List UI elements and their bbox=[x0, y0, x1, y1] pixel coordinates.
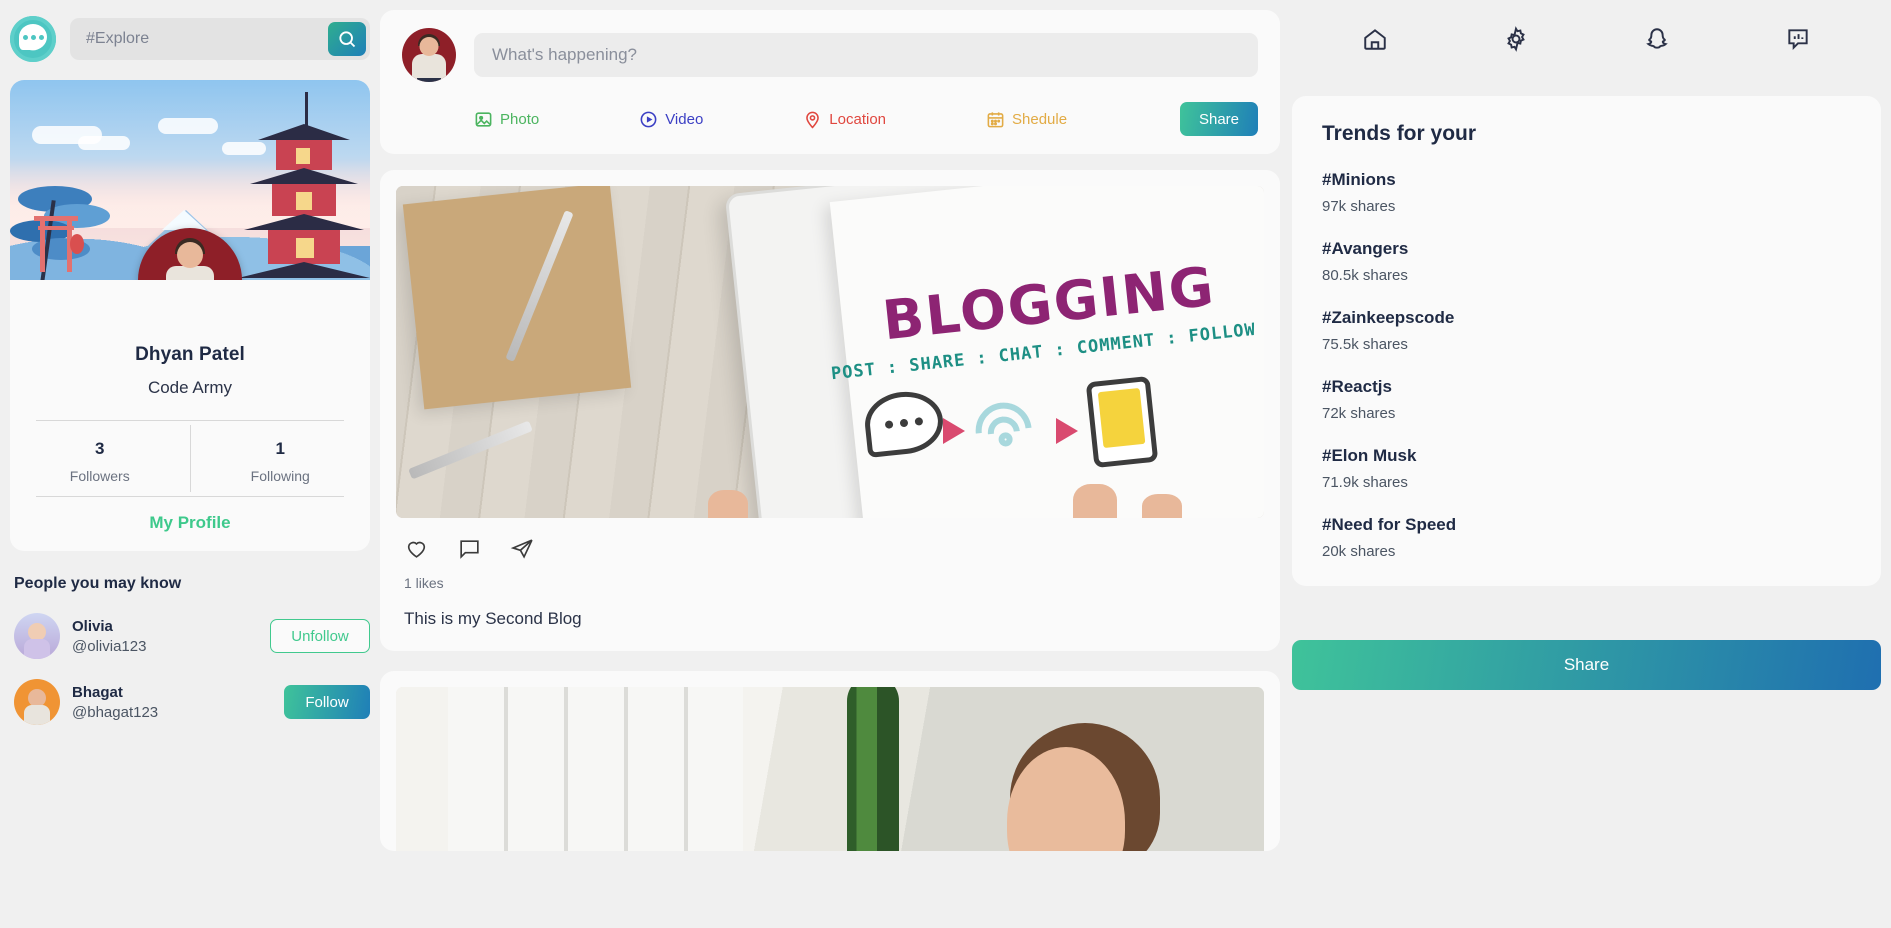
home-icon bbox=[1363, 29, 1386, 50]
trend-shares: 20k shares bbox=[1322, 543, 1396, 560]
profile-banner-image bbox=[10, 80, 370, 280]
person-name: Bhagat bbox=[72, 683, 123, 701]
sidebar-share-button[interactable]: Share bbox=[1292, 640, 1881, 690]
composer-input[interactable] bbox=[474, 33, 1258, 77]
post-actions bbox=[396, 518, 1264, 561]
nav-snap-button[interactable] bbox=[1637, 19, 1677, 59]
post-caption: This is my Second Blog bbox=[404, 609, 582, 628]
post-image: BLOGGING POST : SHARE : CHAT : COMMENT :… bbox=[396, 186, 1264, 518]
trend-shares: 97k shares bbox=[1322, 198, 1396, 215]
gear-icon bbox=[1507, 26, 1525, 52]
add-location-button[interactable]: Location bbox=[803, 110, 886, 129]
trend-shares: 75.5k shares bbox=[1322, 336, 1408, 353]
right-sidebar: Trends for your #Minions 97k shares #Ava… bbox=[1280, 0, 1891, 928]
list-item: Olivia @olivia123 Unfollow bbox=[10, 613, 370, 659]
profile-card: Dhyan Patel Code Army 3 Followers 1 Foll… bbox=[10, 80, 370, 551]
avatar[interactable] bbox=[14, 679, 60, 725]
post-composer: Photo Video Location bbox=[380, 10, 1280, 154]
composer-avatar[interactable] bbox=[402, 28, 456, 82]
trend-item[interactable]: #Reactjs 72k shares bbox=[1322, 377, 1851, 422]
trend-shares: 72k shares bbox=[1322, 405, 1396, 422]
add-photo-label: Photo bbox=[500, 110, 540, 128]
feed-column: Photo Video Location bbox=[380, 0, 1280, 928]
add-location-label: Location bbox=[829, 110, 887, 128]
profile-stats: 3 Followers 1 Following bbox=[10, 425, 370, 492]
trend-tag: #Reactjs bbox=[1322, 377, 1392, 396]
person-handle: @bhagat123 bbox=[72, 703, 159, 721]
profile-divider-top bbox=[36, 420, 344, 421]
image-icon bbox=[475, 111, 492, 127]
stat-followers[interactable]: 3 Followers bbox=[10, 425, 190, 492]
trend-tag: #Minions bbox=[1322, 170, 1396, 189]
composer-actions: Photo Video Location Shedule Share bbox=[402, 102, 1258, 136]
follow-button[interactable]: Follow bbox=[284, 685, 370, 719]
post-image-phone-icon bbox=[1086, 375, 1159, 468]
post-image bbox=[396, 687, 1264, 851]
trend-tag: #Elon Musk bbox=[1322, 446, 1417, 465]
ghost-icon bbox=[1646, 28, 1668, 49]
trend-tag: #Zainkeepscode bbox=[1322, 308, 1455, 327]
search-input[interactable] bbox=[86, 30, 328, 48]
followers-label: Followers bbox=[69, 468, 130, 484]
people-you-may-know-title: People you may know bbox=[14, 575, 182, 592]
chat-bubble-logo-icon[interactable] bbox=[10, 16, 56, 62]
add-photo-button[interactable]: Photo bbox=[474, 110, 539, 129]
trend-shares: 80.5k shares bbox=[1322, 267, 1408, 284]
trend-shares: 71.9k shares bbox=[1322, 474, 1408, 491]
search-bar[interactable] bbox=[70, 18, 370, 60]
calendar-icon bbox=[987, 111, 1004, 127]
add-video-button[interactable]: Video bbox=[639, 110, 703, 129]
person-handle: @olivia123 bbox=[72, 637, 147, 655]
map-pin-icon bbox=[806, 111, 820, 129]
composer-share-button[interactable]: Share bbox=[1180, 102, 1258, 136]
left-sidebar: Dhyan Patel Code Army 3 Followers 1 Foll… bbox=[0, 0, 380, 928]
person-name: Olivia bbox=[72, 617, 113, 635]
brand-and-search-row bbox=[10, 10, 370, 68]
unfollow-button[interactable]: Unfollow bbox=[270, 619, 370, 653]
feed-post bbox=[380, 671, 1280, 851]
stat-following[interactable]: 1 Following bbox=[189, 425, 371, 492]
trend-item[interactable]: #Zainkeepscode 75.5k shares bbox=[1322, 308, 1851, 353]
search-button[interactable] bbox=[328, 22, 366, 56]
avatar[interactable] bbox=[14, 613, 60, 659]
profile-name: Dhyan Patel bbox=[135, 344, 245, 365]
banner-torii bbox=[34, 216, 84, 272]
heart-icon[interactable] bbox=[404, 536, 429, 561]
nav-home-button[interactable] bbox=[1355, 19, 1395, 59]
trend-tag: #Need for Speed bbox=[1322, 515, 1457, 534]
trend-item[interactable]: #Minions 97k shares bbox=[1322, 170, 1851, 215]
chart-bubble-icon bbox=[1788, 29, 1809, 51]
following-count: 1 bbox=[275, 439, 285, 458]
top-navigation bbox=[1292, 10, 1881, 68]
nav-settings-button[interactable] bbox=[1496, 19, 1536, 59]
trend-item[interactable]: #Elon Musk 71.9k shares bbox=[1322, 446, 1851, 491]
add-video-label: Video bbox=[665, 110, 704, 128]
followers-count: 3 bbox=[95, 439, 105, 458]
nav-analytics-button[interactable] bbox=[1778, 19, 1818, 59]
send-icon[interactable] bbox=[510, 536, 535, 561]
trends-panel: Trends for your #Minions 97k shares #Ava… bbox=[1292, 96, 1881, 586]
app-root: Dhyan Patel Code Army 3 Followers 1 Foll… bbox=[0, 0, 1891, 928]
trend-tag: #Avangers bbox=[1322, 239, 1409, 258]
banner-pagoda bbox=[238, 92, 370, 280]
trend-item[interactable]: #Need for Speed 20k shares bbox=[1322, 515, 1851, 560]
search-icon bbox=[339, 31, 356, 48]
following-label: Following bbox=[250, 468, 310, 484]
comment-icon[interactable] bbox=[457, 536, 482, 561]
my-profile-link[interactable]: My Profile bbox=[10, 497, 370, 539]
play-circle-icon bbox=[640, 111, 657, 127]
post-image-wifi-icon bbox=[964, 388, 1052, 470]
trend-item[interactable]: #Avangers 80.5k shares bbox=[1322, 239, 1851, 284]
add-schedule-label: Shedule bbox=[1012, 110, 1068, 128]
profile-subtitle: Code Army bbox=[147, 378, 233, 397]
feed-post: BLOGGING POST : SHARE : CHAT : COMMENT :… bbox=[380, 170, 1280, 651]
banner-lantern bbox=[70, 234, 84, 254]
post-likes-count: 1 likes bbox=[404, 575, 444, 591]
add-schedule-button[interactable]: Shedule bbox=[986, 110, 1067, 129]
list-item: Bhagat @bhagat123 Follow bbox=[10, 679, 370, 725]
trends-title: Trends for your bbox=[1322, 122, 1477, 145]
